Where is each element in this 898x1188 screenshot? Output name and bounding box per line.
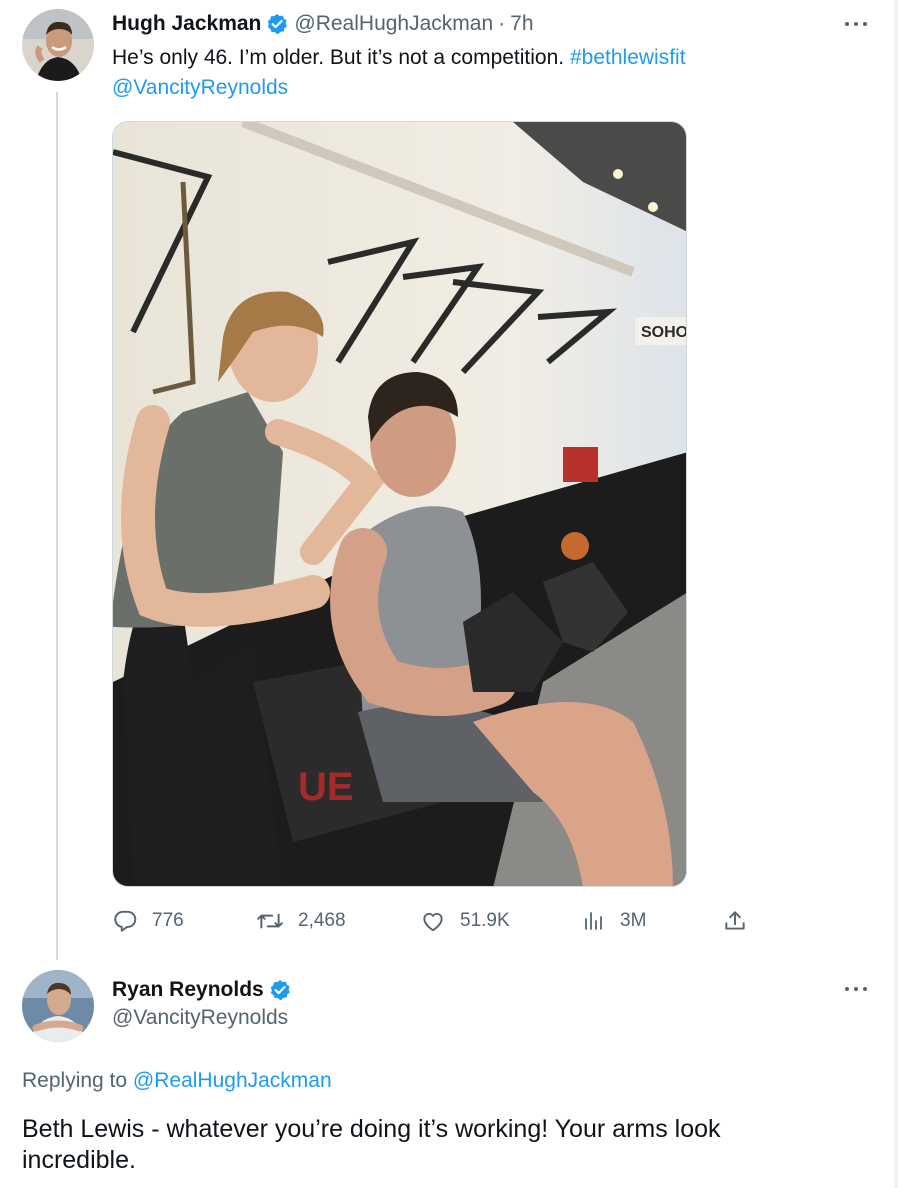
share-icon: [722, 908, 748, 934]
reply-author-handle[interactable]: @VancityReynolds: [112, 1006, 288, 1030]
replying-to-label: Replying to: [22, 1069, 128, 1092]
mention-link[interactable]: @VancityReynolds: [112, 76, 288, 99]
reply-button[interactable]: 776: [112, 903, 184, 939]
reply-author-name[interactable]: Ryan Reynolds: [112, 978, 264, 1002]
tweet-timestamp[interactable]: 7h: [510, 12, 533, 36]
tweet-header: Hugh Jackman @RealHughJackman · 7h: [112, 10, 534, 38]
retweet-icon: [256, 908, 284, 934]
hugh-jackman-avatar[interactable]: [22, 9, 94, 81]
views-count: 3M: [620, 910, 647, 931]
author-name[interactable]: Hugh Jackman: [112, 12, 261, 36]
views-icon: [582, 908, 606, 934]
more-options-icon[interactable]: [845, 14, 867, 34]
retweet-count: 2,468: [298, 910, 346, 931]
tweet-text-line2: @VancityReynolds: [112, 72, 288, 103]
page-border: [894, 0, 898, 1188]
replying-to-handle[interactable]: @RealHughJackman: [133, 1069, 332, 1092]
author-handle[interactable]: @RealHughJackman: [294, 12, 493, 36]
verified-badge-icon: [266, 13, 288, 35]
verified-badge-icon: [269, 979, 291, 1001]
views-button[interactable]: 3M: [582, 903, 646, 939]
reply-text: Beth Lewis - whatever you’re doing it’s …: [22, 1115, 721, 1174]
like-button[interactable]: 51.9K: [420, 903, 510, 939]
retweet-button[interactable]: 2,468: [256, 903, 346, 939]
separator-dot: ·: [498, 12, 506, 35]
hashtag-link[interactable]: #bethlewisfit: [570, 46, 686, 69]
reply-header: Ryan Reynolds: [112, 975, 291, 1005]
more-options-icon[interactable]: [845, 979, 867, 999]
share-button[interactable]: [722, 903, 748, 939]
ryan-reynolds-avatar[interactable]: [22, 970, 94, 1042]
reply-icon: [112, 908, 138, 934]
reply-count: 776: [152, 910, 184, 931]
heart-icon: [420, 908, 446, 934]
tweet-actions-bar: 776 2,468 51.9K 3M: [112, 903, 752, 939]
thread-connector-line: [56, 92, 58, 960]
tweet-photo[interactable]: SOHO UE: [112, 121, 687, 887]
like-count: 51.9K: [460, 910, 510, 931]
tweet-text: He’s only 46. I’m older. But it’s not a …: [112, 42, 686, 73]
gym-sign-text: SOHO: [641, 324, 687, 341]
replying-to-line: Replying to @RealHughJackman: [22, 1069, 332, 1093]
tweet-text-body: He’s only 46. I’m older. But it’s not a …: [112, 46, 565, 69]
bench-logo-text: UE: [298, 765, 354, 809]
